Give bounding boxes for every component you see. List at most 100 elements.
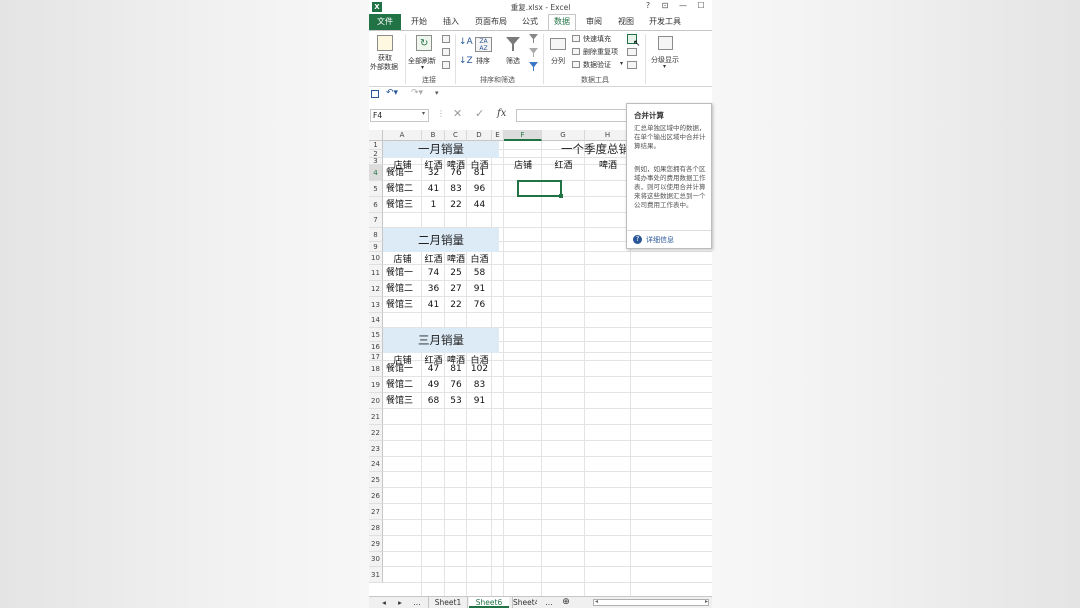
scroll-left-icon[interactable]: ◂ [595,598,598,605]
tab-developer[interactable]: 开发工具 [645,14,685,30]
cancel-entry-icon[interactable]: ✕ [453,107,462,120]
row-header-29[interactable]: 29 [369,536,383,552]
row-header-19[interactable]: 19 [369,377,383,393]
column-header-d[interactable]: D [467,130,492,141]
reapply-filter-icon[interactable] [529,48,538,57]
title-bar: X 重复.xlsx - Excel ? ⊡ — ☐ [369,0,712,14]
active-cell-f4[interactable] [517,180,562,197]
remove-duplicates-button[interactable]: 删除重复项 [572,47,628,57]
data-validation-button[interactable]: 数据验证 ▾ [572,60,628,70]
sheet-tab-sheet4[interactable]: Sheet4 [512,597,537,608]
row-header-14[interactable]: 14 [369,313,383,328]
row-header-23[interactable]: 23 [369,441,383,457]
tooltip-more-info-link[interactable]: 详细信息 [646,235,674,245]
row-header-26[interactable]: 26 [369,488,383,504]
row-header-31[interactable]: 31 [369,567,383,583]
column-header-g[interactable]: G [542,130,585,141]
relationships-icon[interactable] [627,61,637,69]
tab-home[interactable]: 开始 [406,14,432,30]
row-header-25[interactable]: 25 [369,472,383,488]
tab-view[interactable]: 视图 [613,14,639,30]
column-header-a[interactable]: A [383,130,422,141]
connections-icon[interactable] [442,35,450,43]
row-header-5[interactable]: 5 [369,181,383,197]
clear-filter-icon[interactable] [529,34,538,43]
undo-icon[interactable]: ↶▾ [386,88,398,98]
row-header-24[interactable]: 24 [369,457,383,472]
row-header-17[interactable]: 17 [369,353,383,361]
name-box[interactable]: F4 [370,109,429,122]
column-header-b[interactable]: B [422,130,445,141]
flash-fill-button[interactable]: 快速填充 [572,34,622,44]
row-header-8[interactable]: 8 [369,228,383,242]
row-header-4[interactable]: 4 [369,165,383,181]
fill-handle[interactable] [559,194,563,198]
column-header-e[interactable]: E [492,130,504,141]
sort-descending-icon[interactable]: ↓Z [459,56,473,66]
row-header-15[interactable]: 15 [369,328,383,342]
row-header-9[interactable]: 9 [369,242,383,252]
sort-ascending-icon[interactable]: ↓A [459,37,473,47]
sales-value-cell: 1 [430,200,437,210]
filter-button[interactable]: 筛选 [502,33,524,73]
column-header-h[interactable]: H [585,130,631,141]
insert-function-icon[interactable]: fx [497,108,506,119]
column-header-c[interactable]: C [445,130,467,141]
refresh-all-button[interactable]: ↻ 全部刷新 ▾ [407,33,439,73]
add-sheet-icon[interactable]: ⊕ [560,597,572,608]
minimize-button[interactable]: — [677,1,689,10]
row-header-21[interactable]: 21 [369,409,383,425]
select-all-corner[interactable] [369,130,383,141]
help-button[interactable]: ? [642,1,654,10]
row-header-10[interactable]: 10 [369,252,383,265]
row-header-18[interactable]: 18 [369,361,383,377]
tab-file[interactable]: 文件 [369,14,401,30]
grid-row-line [383,519,712,520]
name-box-dropdown-icon[interactable]: ▾ [422,110,425,117]
row-header-12[interactable]: 12 [369,281,383,297]
horizontal-scrollbar[interactable] [593,599,709,606]
data-validation-label: 数据验证 [583,61,611,69]
sheet-more-right[interactable]: ... [543,597,555,608]
column-header-f[interactable]: F [504,130,542,141]
outline-button[interactable]: 分级显示 ▾ [649,33,683,73]
scroll-right-icon[interactable]: ▸ [705,598,708,605]
sheet-next-icon[interactable]: ▸ [395,597,405,608]
tab-insert[interactable]: 插入 [438,14,464,30]
ribbon-display-button[interactable]: ⊡ [659,1,671,10]
grid-col-line [503,141,504,597]
row-header-13[interactable]: 13 [369,297,383,313]
sheet-prev-icon[interactable]: ◂ [379,597,389,608]
save-icon[interactable] [371,90,379,98]
advanced-filter-icon[interactable] [529,62,538,71]
redo-icon[interactable]: ↷▾ [411,88,423,98]
row-header-11[interactable]: 11 [369,265,383,281]
tab-page-layout[interactable]: 页面布局 [471,14,511,30]
row-header-7[interactable]: 7 [369,213,383,228]
edit-links-icon[interactable] [442,61,450,69]
what-if-analysis-icon[interactable] [627,48,637,56]
get-external-data-button[interactable]: 获取 外部数据 [370,33,400,73]
row-header-20[interactable]: 20 [369,393,383,409]
row-header-22[interactable]: 22 [369,425,383,441]
row-header-27[interactable]: 27 [369,504,383,520]
row-header-28[interactable]: 28 [369,520,383,536]
text-to-columns-button[interactable]: 分列 [547,33,569,73]
sheet-more-left[interactable]: ... [411,597,423,608]
customize-qat-icon[interactable]: ▾ [435,89,439,97]
confirm-entry-icon[interactable]: ✓ [475,107,484,120]
row-header-16[interactable]: 16 [369,342,383,353]
sales-value-cell: 58 [473,268,486,278]
tab-formulas[interactable]: 公式 [517,14,543,30]
sort-button[interactable]: ZA AZ 排序 [473,33,495,73]
tab-data[interactable]: 数据 [548,14,576,30]
row-header-1[interactable]: 1 [369,141,383,150]
row-header-3[interactable]: 3 [369,158,383,165]
row-header-6[interactable]: 6 [369,197,383,213]
maximize-button[interactable]: ☐ [695,1,707,10]
sheet-tab-sheet6[interactable]: Sheet6 [469,597,509,608]
sheet-tab-sheet1[interactable]: Sheet1 [428,597,468,608]
row-header-30[interactable]: 30 [369,552,383,567]
properties-icon[interactable] [442,48,450,56]
tab-review[interactable]: 审阅 [581,14,607,30]
